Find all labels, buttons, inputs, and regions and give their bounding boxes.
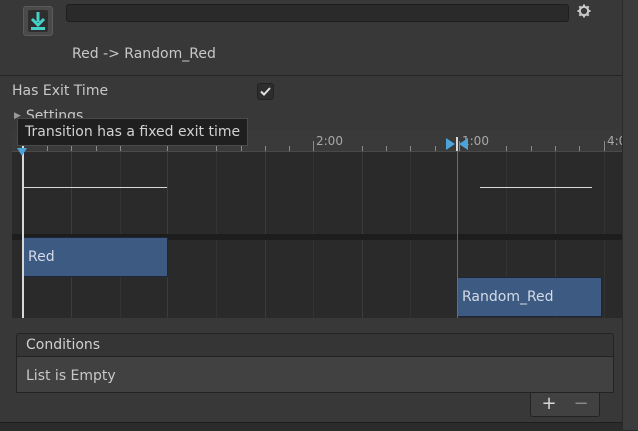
- header-divider: [0, 75, 622, 76]
- transition-title: Red -> Random_Red: [72, 46, 216, 62]
- remove-condition-button[interactable]: −: [566, 393, 596, 415]
- ruler-tick: [167, 146, 168, 151]
- source-state-bar[interactable]: Red: [23, 237, 168, 277]
- ruler-tick: [96, 146, 97, 151]
- ruler-tick: [531, 146, 532, 151]
- conditions-list: List is Empty: [16, 357, 614, 393]
- ruler-tick: [579, 146, 580, 151]
- ruler-label-3: 4:0: [607, 134, 622, 148]
- ruler-tick: [555, 146, 556, 151]
- playhead-line[interactable]: [22, 144, 24, 318]
- ruler-tick: [313, 141, 314, 151]
- destination-weight-curve: [480, 187, 592, 188]
- conditions-header: Conditions: [16, 333, 614, 357]
- add-condition-button[interactable]: +: [534, 393, 564, 415]
- ruler-tick: [289, 146, 290, 151]
- has-exit-time-checkbox[interactable]: [257, 83, 274, 100]
- ruler-tick: [216, 146, 217, 151]
- tooltip: Transition has a fixed exit time: [17, 118, 249, 146]
- ruler-tick: [506, 146, 507, 151]
- ruler-tick: [410, 146, 411, 151]
- exit-time-handle-icon[interactable]: [446, 137, 468, 151]
- ruler-tick: [435, 146, 436, 151]
- destination-state-bar[interactable]: Random_Red: [457, 277, 602, 317]
- source-weight-curve: [22, 187, 167, 188]
- name-field[interactable]: [66, 4, 569, 22]
- ruler-tick: [265, 146, 266, 151]
- ruler-label-1: 2:00: [316, 134, 343, 148]
- destination-start-line: [457, 144, 458, 318]
- ruler-tick: [71, 146, 72, 151]
- transition-icon: [23, 6, 53, 36]
- ruler-tick: [362, 146, 363, 151]
- ruler-tick: [47, 146, 48, 151]
- inspector-scrollbar[interactable]: [622, 0, 638, 430]
- ruler-tick: [604, 141, 605, 151]
- transition-timeline[interactable]: 2:00 1:00 4:0 Red Random_Red: [12, 130, 622, 318]
- ruler-tick: [241, 146, 242, 151]
- gear-icon[interactable]: [577, 4, 591, 18]
- ruler-tick: [386, 146, 387, 151]
- has-exit-time-label: Has Exit Time: [12, 83, 109, 99]
- conditions-footer: + −: [530, 393, 600, 417]
- ruler-tick: [120, 146, 121, 151]
